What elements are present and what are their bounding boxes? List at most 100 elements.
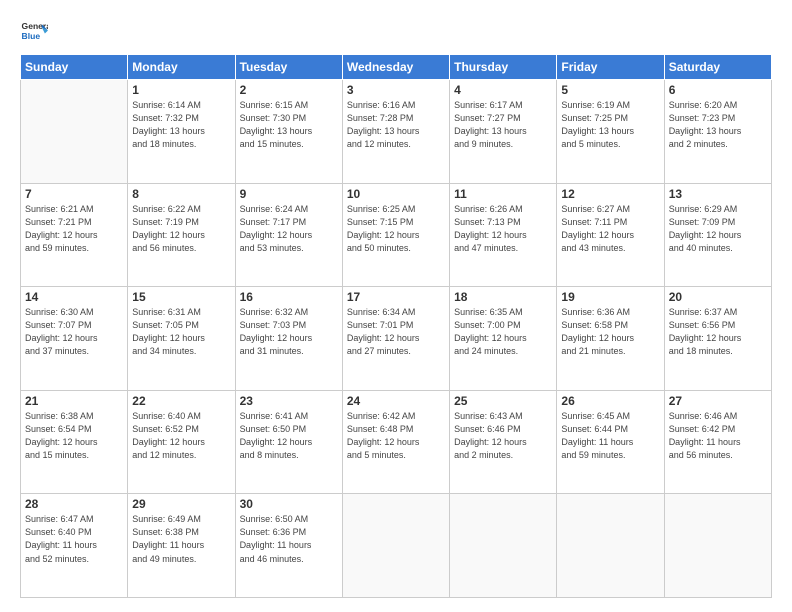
calendar-cell: 12Sunrise: 6:27 AM Sunset: 7:11 PM Dayli…	[557, 183, 664, 287]
day-info: Sunrise: 6:15 AM Sunset: 7:30 PM Dayligh…	[240, 99, 338, 151]
page-header: General Blue	[20, 18, 772, 46]
calendar-cell: 17 Sunrise: 6:34 AM Sunset: 7:01 PM Dayli…	[342, 287, 449, 391]
day-info: Sunrise: 6:32 AM Sunset: 7:03 PM Dayligh…	[240, 306, 338, 358]
logo: General Blue	[20, 18, 48, 46]
day-info: Sunrise: 6:43 AM Sunset: 6:46 PM Dayligh…	[454, 410, 552, 462]
calendar-cell: 7 Sunrise: 6:21 AM Sunset: 7:21 PM Daylig…	[21, 183, 128, 287]
calendar-cell: 30Sunrise: 6:50 AM Sunset: 6:36 PM Dayli…	[235, 494, 342, 598]
day-number: 18	[454, 290, 552, 304]
calendar-cell: 23Sunrise: 6:41 AM Sunset: 6:50 PM Dayli…	[235, 390, 342, 494]
day-info: Sunrise: 6:26 AM Sunset: 7:13 PM Dayligh…	[454, 203, 552, 255]
day-number: 25	[454, 394, 552, 408]
calendar-cell: 3 Sunrise: 6:16 AM Sunset: 7:28 PM Daylig…	[342, 80, 449, 184]
weekday-header-wednesday: Wednesday	[342, 55, 449, 80]
calendar-cell: 15 Sunrise: 6:31 AM Sunset: 7:05 PM Dayli…	[128, 287, 235, 391]
calendar-cell	[450, 494, 557, 598]
calendar-cell: 21 Sunrise: 6:38 AM Sunset: 6:54 PM Dayli…	[21, 390, 128, 494]
calendar-table: SundayMondayTuesdayWednesdayThursdayFrid…	[20, 54, 772, 598]
day-number: 19	[561, 290, 659, 304]
calendar-cell: 19 Sunrise: 6:36 AM Sunset: 6:58 PM Dayli…	[557, 287, 664, 391]
day-info: Sunrise: 6:24 AM Sunset: 7:17 PM Dayligh…	[240, 203, 338, 255]
day-number: 22	[132, 394, 230, 408]
day-number: 13	[669, 187, 767, 201]
day-info: Sunrise: 6:45 AM Sunset: 6:44 PM Dayligh…	[561, 410, 659, 462]
day-info: Sunrise: 6:30 AM Sunset: 7:07 PM Dayligh…	[25, 306, 123, 358]
day-info: Sunrise: 6:34 AM Sunset: 7:01 PM Dayligh…	[347, 306, 445, 358]
day-info: Sunrise: 6:46 AM Sunset: 6:42 PM Dayligh…	[669, 410, 767, 462]
calendar-cell: 9 Sunrise: 6:24 AM Sunset: 7:17 PM Daylig…	[235, 183, 342, 287]
day-info: Sunrise: 6:38 AM Sunset: 6:54 PM Dayligh…	[25, 410, 123, 462]
calendar-cell	[557, 494, 664, 598]
day-info: Sunrise: 6:49 AM Sunset: 6:38 PM Dayligh…	[132, 513, 230, 565]
day-number: 12	[561, 187, 659, 201]
calendar-week-5: 28 Sunrise: 6:47 AM Sunset: 6:40 PM Dayli…	[21, 494, 772, 598]
day-number: 30	[240, 497, 338, 511]
day-number: 1	[132, 83, 230, 97]
day-info: Sunrise: 6:22 AM Sunset: 7:19 PM Dayligh…	[132, 203, 230, 255]
calendar-cell: 20 Sunrise: 6:37 AM Sunset: 6:56 PM Dayli…	[664, 287, 771, 391]
calendar-cell: 6 Sunrise: 6:20 AM Sunset: 7:23 PM Daylig…	[664, 80, 771, 184]
day-number: 11	[454, 187, 552, 201]
day-info: Sunrise: 6:47 AM Sunset: 6:40 PM Dayligh…	[25, 513, 123, 565]
day-number: 16	[240, 290, 338, 304]
day-info: Sunrise: 6:21 AM Sunset: 7:21 PM Dayligh…	[25, 203, 123, 255]
calendar-week-3: 14Sunrise: 6:30 AM Sunset: 7:07 PM Dayli…	[21, 287, 772, 391]
calendar-cell: 16 Sunrise: 6:32 AM Sunset: 7:03 PM Dayli…	[235, 287, 342, 391]
calendar-cell: 2Sunrise: 6:15 AM Sunset: 7:30 PM Daylig…	[235, 80, 342, 184]
day-number: 5	[561, 83, 659, 97]
calendar-week-1: 1 Sunrise: 6:14 AM Sunset: 7:32 PM Daylig…	[21, 80, 772, 184]
day-info: Sunrise: 6:25 AM Sunset: 7:15 PM Dayligh…	[347, 203, 445, 255]
calendar-cell: 1 Sunrise: 6:14 AM Sunset: 7:32 PM Daylig…	[128, 80, 235, 184]
day-number: 15	[132, 290, 230, 304]
day-number: 6	[669, 83, 767, 97]
day-number: 9	[240, 187, 338, 201]
day-info: Sunrise: 6:17 AM Sunset: 7:27 PM Dayligh…	[454, 99, 552, 151]
calendar-week-2: 7 Sunrise: 6:21 AM Sunset: 7:21 PM Daylig…	[21, 183, 772, 287]
calendar-week-4: 21 Sunrise: 6:38 AM Sunset: 6:54 PM Dayli…	[21, 390, 772, 494]
calendar-cell: 24 Sunrise: 6:42 AM Sunset: 6:48 PM Dayli…	[342, 390, 449, 494]
calendar-header-row: SundayMondayTuesdayWednesdayThursdayFrid…	[21, 55, 772, 80]
logo-icon: General Blue	[20, 18, 48, 46]
day-info: Sunrise: 6:31 AM Sunset: 7:05 PM Dayligh…	[132, 306, 230, 358]
day-info: Sunrise: 6:20 AM Sunset: 7:23 PM Dayligh…	[669, 99, 767, 151]
day-number: 17	[347, 290, 445, 304]
weekday-header-monday: Monday	[128, 55, 235, 80]
day-number: 20	[669, 290, 767, 304]
calendar-cell: 18 Sunrise: 6:35 AM Sunset: 7:00 PM Dayli…	[450, 287, 557, 391]
calendar-cell: 8 Sunrise: 6:22 AM Sunset: 7:19 PM Daylig…	[128, 183, 235, 287]
calendar-cell	[21, 80, 128, 184]
calendar-cell: 22 Sunrise: 6:40 AM Sunset: 6:52 PM Dayli…	[128, 390, 235, 494]
day-number: 21	[25, 394, 123, 408]
calendar-cell: 26Sunrise: 6:45 AM Sunset: 6:44 PM Dayli…	[557, 390, 664, 494]
calendar-cell: 14Sunrise: 6:30 AM Sunset: 7:07 PM Dayli…	[21, 287, 128, 391]
weekday-header-friday: Friday	[557, 55, 664, 80]
calendar-cell: 11 Sunrise: 6:26 AM Sunset: 7:13 PM Dayli…	[450, 183, 557, 287]
day-number: 23	[240, 394, 338, 408]
day-info: Sunrise: 6:14 AM Sunset: 7:32 PM Dayligh…	[132, 99, 230, 151]
day-info: Sunrise: 6:42 AM Sunset: 6:48 PM Dayligh…	[347, 410, 445, 462]
day-info: Sunrise: 6:16 AM Sunset: 7:28 PM Dayligh…	[347, 99, 445, 151]
calendar-cell	[342, 494, 449, 598]
calendar-cell: 10 Sunrise: 6:25 AM Sunset: 7:15 PM Dayli…	[342, 183, 449, 287]
calendar-cell: 13 Sunrise: 6:29 AM Sunset: 7:09 PM Dayli…	[664, 183, 771, 287]
day-number: 28	[25, 497, 123, 511]
day-number: 29	[132, 497, 230, 511]
day-number: 3	[347, 83, 445, 97]
day-number: 7	[25, 187, 123, 201]
day-info: Sunrise: 6:40 AM Sunset: 6:52 PM Dayligh…	[132, 410, 230, 462]
day-number: 4	[454, 83, 552, 97]
day-info: Sunrise: 6:36 AM Sunset: 6:58 PM Dayligh…	[561, 306, 659, 358]
svg-text:Blue: Blue	[22, 31, 41, 41]
day-number: 24	[347, 394, 445, 408]
day-info: Sunrise: 6:37 AM Sunset: 6:56 PM Dayligh…	[669, 306, 767, 358]
day-number: 8	[132, 187, 230, 201]
calendar-cell: 25 Sunrise: 6:43 AM Sunset: 6:46 PM Dayli…	[450, 390, 557, 494]
calendar-cell: 29 Sunrise: 6:49 AM Sunset: 6:38 PM Dayli…	[128, 494, 235, 598]
day-info: Sunrise: 6:29 AM Sunset: 7:09 PM Dayligh…	[669, 203, 767, 255]
day-number: 10	[347, 187, 445, 201]
weekday-header-saturday: Saturday	[664, 55, 771, 80]
weekday-header-sunday: Sunday	[21, 55, 128, 80]
calendar-cell	[664, 494, 771, 598]
calendar-cell: 27Sunrise: 6:46 AM Sunset: 6:42 PM Dayli…	[664, 390, 771, 494]
day-info: Sunrise: 6:35 AM Sunset: 7:00 PM Dayligh…	[454, 306, 552, 358]
